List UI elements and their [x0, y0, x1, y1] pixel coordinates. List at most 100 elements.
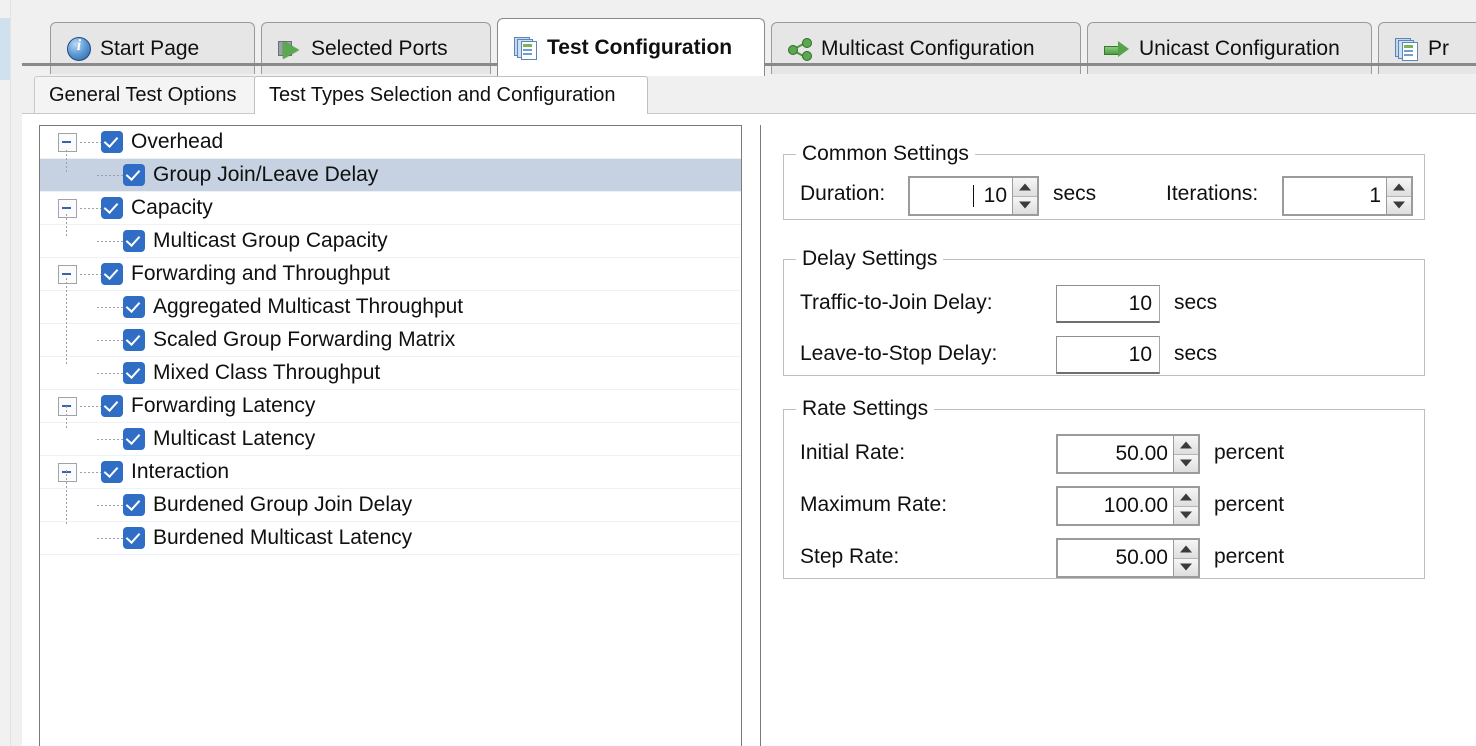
- duration-stepper[interactable]: 10: [908, 176, 1039, 216]
- duration-input[interactable]: 10: [910, 178, 1012, 214]
- maximum-rate-input[interactable]: 100.00: [1058, 488, 1173, 524]
- checkbox-checked-icon[interactable]: [101, 395, 123, 417]
- maximum-rate-row: Maximum Rate:: [800, 493, 947, 517]
- checkbox-checked-icon[interactable]: [123, 230, 145, 252]
- tree-connector: [97, 372, 123, 374]
- main-tab-label: Multicast Configuration: [821, 38, 1035, 59]
- step-rate-stepper[interactable]: 50.00: [1056, 538, 1200, 578]
- main-tab-label: Selected Ports: [311, 38, 448, 59]
- main-tab-unicast-configuration[interactable]: Unicast Configuration: [1087, 22, 1372, 74]
- sub-tab-test-types-selection-and-configuration[interactable]: Test Types Selection and Configuration: [254, 76, 648, 114]
- tree-item-label: Burdened Group Join Delay: [153, 493, 412, 517]
- tree-item[interactable]: Mixed Class Throughput: [40, 357, 741, 390]
- checkbox-checked-icon[interactable]: [123, 494, 145, 516]
- iterations-spin-buttons[interactable]: [1386, 178, 1411, 214]
- tree-item[interactable]: Forwarding Latency: [40, 390, 741, 423]
- checkbox-checked-icon[interactable]: [123, 428, 145, 450]
- info-icon: [67, 37, 91, 61]
- tree-connector: [97, 306, 123, 308]
- initial-rate-spin-up-icon[interactable]: [1174, 436, 1198, 454]
- initial-rate-stepper[interactable]: 50.00: [1056, 434, 1200, 474]
- tree-item[interactable]: Group Join/Leave Delay: [40, 159, 741, 192]
- tree-connector: [97, 537, 123, 539]
- delay-settings-legend: Delay Settings: [796, 247, 943, 271]
- leave-to-stop-input[interactable]: 10: [1056, 336, 1160, 374]
- dock-strip: [0, 0, 11, 746]
- checkbox-checked-icon[interactable]: [123, 296, 145, 318]
- tree-connector: [80, 141, 101, 143]
- tree-item[interactable]: Overhead: [40, 126, 741, 159]
- tree-item[interactable]: Multicast Group Capacity: [40, 225, 741, 258]
- main-tab-start-page[interactable]: Start Page: [50, 22, 255, 74]
- maximum-rate-unit: percent: [1214, 493, 1284, 517]
- iterations-spin-down-icon[interactable]: [1387, 196, 1411, 215]
- iterations-input[interactable]: 1: [1284, 178, 1386, 214]
- checkbox-checked-icon[interactable]: [123, 362, 145, 384]
- checkbox-checked-icon[interactable]: [123, 329, 145, 351]
- main-tab-label: Unicast Configuration: [1139, 38, 1340, 59]
- main-tab-test-configuration[interactable]: Test Configuration: [497, 18, 765, 76]
- iterations-spin-up-icon[interactable]: [1387, 178, 1411, 196]
- tree-item-label: Scaled Group Forwarding Matrix: [153, 328, 455, 352]
- collapse-minus-icon[interactable]: [58, 133, 77, 152]
- step-rate-spin-down-icon[interactable]: [1174, 558, 1198, 577]
- settings-panel: Common Settings Duration: 10 secs: [760, 125, 1476, 746]
- duration-spin-up-icon[interactable]: [1013, 178, 1037, 196]
- step-rate-input[interactable]: 50.00: [1058, 540, 1173, 576]
- initial-rate-row: Initial Rate:: [800, 441, 905, 465]
- duration-spin-down-icon[interactable]: [1013, 196, 1037, 215]
- checkbox-checked-icon[interactable]: [101, 461, 123, 483]
- sub-tab-strip: General Test Options Test Types Selection…: [22, 76, 1476, 114]
- sub-tab-label: General Test Options: [49, 84, 237, 107]
- collapse-minus-icon[interactable]: [58, 463, 77, 482]
- tree-connector: [80, 405, 101, 407]
- collapse-minus-icon[interactable]: [58, 397, 77, 416]
- maximum-rate-stepper[interactable]: 100.00: [1056, 486, 1200, 526]
- collapse-minus-icon[interactable]: [58, 265, 77, 284]
- collapse-minus-icon[interactable]: [58, 199, 77, 218]
- maximum-rate-spin-up-icon[interactable]: [1174, 488, 1198, 506]
- leave-to-stop-label: Leave-to-Stop Delay:: [800, 342, 997, 366]
- tree-item[interactable]: Capacity: [40, 192, 741, 225]
- main-tab-selected-ports[interactable]: Selected Ports: [261, 22, 491, 74]
- initial-rate-input[interactable]: 50.00: [1058, 436, 1173, 472]
- iterations-value: 1: [1369, 184, 1381, 208]
- traffic-to-join-row: Traffic-to-Join Delay:: [800, 291, 993, 315]
- checkbox-checked-icon[interactable]: [101, 131, 123, 153]
- dock-accent: [0, 18, 10, 80]
- tree-item[interactable]: Burdened Group Join Delay: [40, 489, 741, 522]
- tree-item[interactable]: Interaction: [40, 456, 741, 489]
- tree-item[interactable]: Aggregated Multicast Throughput: [40, 291, 741, 324]
- main-tab-pr[interactable]: Pr: [1378, 22, 1476, 74]
- tree-item[interactable]: Forwarding and Throughput: [40, 258, 741, 291]
- checkbox-checked-icon[interactable]: [123, 527, 145, 549]
- tree-item[interactable]: Multicast Latency: [40, 423, 741, 456]
- step-rate-spin-buttons[interactable]: [1173, 540, 1198, 576]
- sub-tab-general-test-options[interactable]: General Test Options: [34, 76, 256, 114]
- maximum-rate-spin-buttons[interactable]: [1173, 488, 1198, 524]
- sub-tab-label: Test Types Selection and Configuration: [269, 84, 616, 107]
- test-types-tree[interactable]: OverheadGroup Join/Leave DelayCapacityMu…: [39, 125, 742, 746]
- main-tab-multicast-configuration[interactable]: Multicast Configuration: [771, 22, 1081, 74]
- step-rate-spin-up-icon[interactable]: [1174, 540, 1198, 558]
- checkbox-checked-icon[interactable]: [123, 164, 145, 186]
- iterations-stepper[interactable]: 1: [1282, 176, 1413, 216]
- main-tab-label: Pr: [1428, 38, 1449, 59]
- tree-connector: [80, 273, 101, 275]
- checkbox-checked-icon[interactable]: [101, 263, 123, 285]
- tree-item[interactable]: Burdened Multicast Latency: [40, 522, 741, 555]
- duration-spin-buttons[interactable]: [1012, 178, 1037, 214]
- initial-rate-value: 50.00: [1115, 442, 1168, 466]
- leave-to-stop-unit: secs: [1174, 342, 1217, 366]
- maximum-rate-unit-row: percent: [1214, 493, 1284, 517]
- main-tab-label: Test Configuration: [547, 37, 732, 58]
- checkbox-checked-icon[interactable]: [101, 197, 123, 219]
- initial-rate-spin-down-icon[interactable]: [1174, 454, 1198, 473]
- maximum-rate-spin-down-icon[interactable]: [1174, 506, 1198, 525]
- tree-item[interactable]: Scaled Group Forwarding Matrix: [40, 324, 741, 357]
- traffic-to-join-input[interactable]: 10: [1056, 285, 1160, 323]
- common-settings-legend: Common Settings: [796, 142, 975, 166]
- initial-rate-spin-buttons[interactable]: [1173, 436, 1198, 472]
- main-tab-label: Start Page: [100, 38, 199, 59]
- leave-to-stop-value: 10: [1129, 343, 1152, 367]
